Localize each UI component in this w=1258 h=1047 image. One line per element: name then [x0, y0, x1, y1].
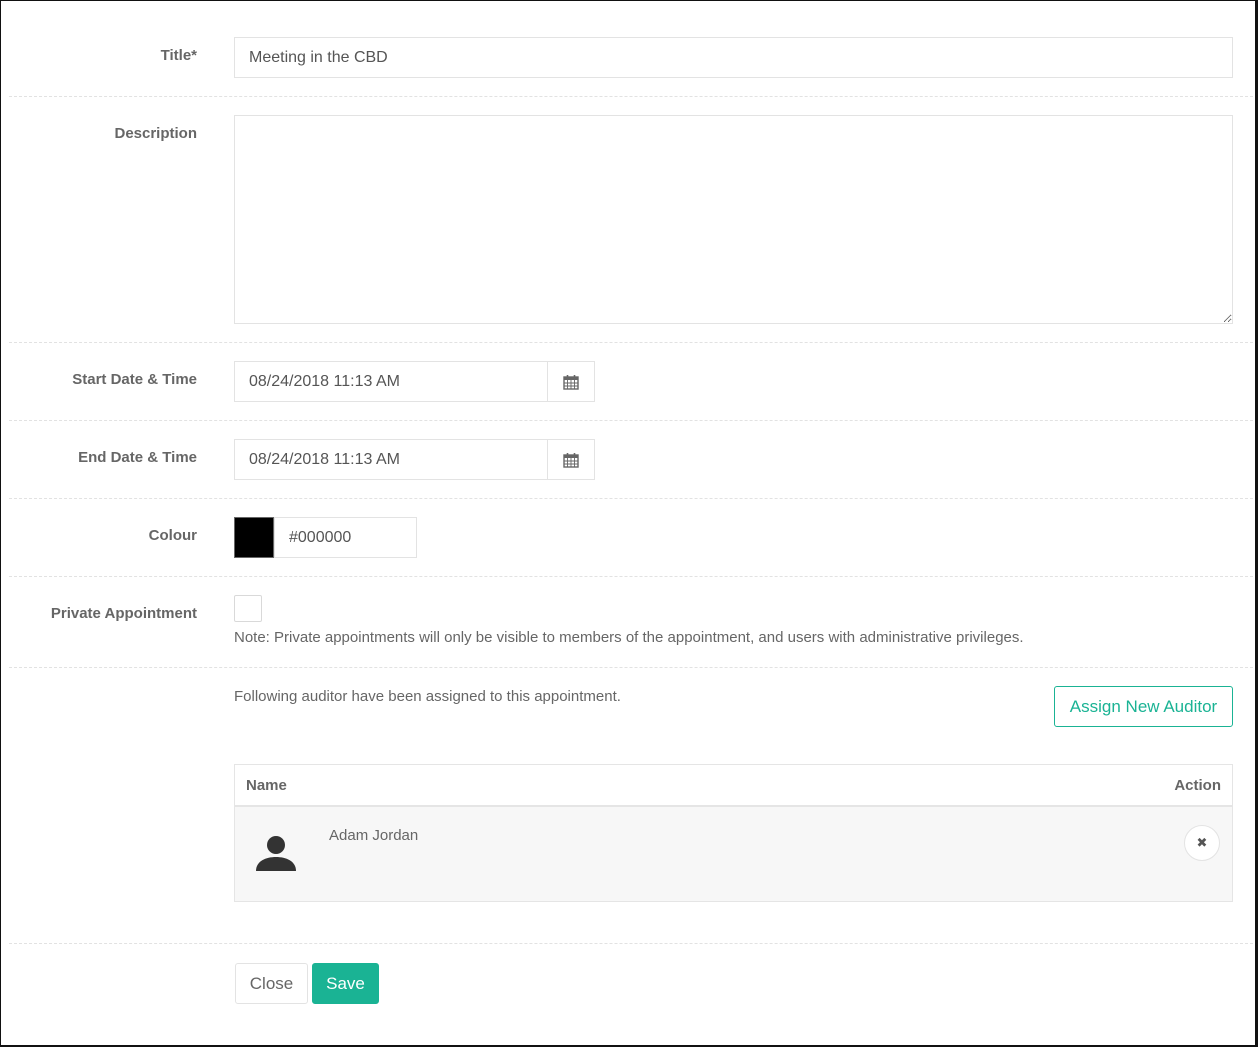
description-label: Description [114, 125, 197, 142]
title-label: Title* [160, 47, 197, 64]
divider [9, 342, 1253, 343]
divider [9, 576, 1253, 577]
end-date-value: 08/24/2018 11:13 AM [249, 450, 400, 468]
close-icon: ✖ [1196, 835, 1208, 850]
column-header-name: Name [246, 776, 287, 794]
auditors-table: Name Action Adam Jordan ✖ [234, 764, 1233, 902]
user-icon [256, 836, 296, 871]
divider [9, 420, 1253, 421]
calendar-icon [563, 374, 579, 390]
auditors-intro: Following auditor have been assigned to … [234, 688, 621, 705]
divider [9, 498, 1253, 499]
table-row: Adam Jordan ✖ [235, 807, 1232, 901]
colour-value: #000000 [289, 528, 352, 546]
table-header: Name Action [235, 765, 1232, 807]
divider [9, 943, 1253, 944]
private-appointment-label: Private Appointment [50, 605, 197, 622]
divider [9, 667, 1253, 668]
description-textarea[interactable] [234, 115, 1233, 324]
assign-new-auditor-button[interactable]: Assign New Auditor [1054, 686, 1233, 727]
end-date-label: End Date & Time [78, 449, 197, 466]
start-date-label: Start Date & Time [72, 371, 197, 388]
title-value: Meeting in the CBD [249, 48, 388, 66]
divider [9, 96, 1253, 97]
colour-input[interactable]: #000000 [274, 517, 417, 558]
private-appointment-note: Note: Private appointments will only be … [234, 629, 1024, 646]
remove-auditor-button[interactable]: ✖ [1184, 825, 1220, 861]
colour-label: Colour [148, 527, 197, 544]
appointment-form: Title* Meeting in the CBD Description St… [0, 0, 1258, 1047]
start-date-value: 08/24/2018 11:13 AM [249, 372, 400, 390]
colour-swatch[interactable] [234, 517, 274, 558]
title-input[interactable]: Meeting in the CBD [234, 37, 1233, 78]
end-date-picker-button[interactable] [548, 439, 595, 480]
start-date-input[interactable]: 08/24/2018 11:13 AM [234, 361, 548, 402]
private-appointment-checkbox[interactable] [234, 595, 262, 622]
column-header-action: Action [1174, 776, 1221, 794]
calendar-icon [563, 452, 579, 468]
save-button[interactable]: Save [312, 963, 379, 1004]
start-date-picker-button[interactable] [548, 361, 595, 402]
close-button[interactable]: Close [235, 963, 308, 1004]
end-date-input[interactable]: 08/24/2018 11:13 AM [234, 439, 548, 480]
auditor-name: Adam Jordan [329, 827, 419, 844]
